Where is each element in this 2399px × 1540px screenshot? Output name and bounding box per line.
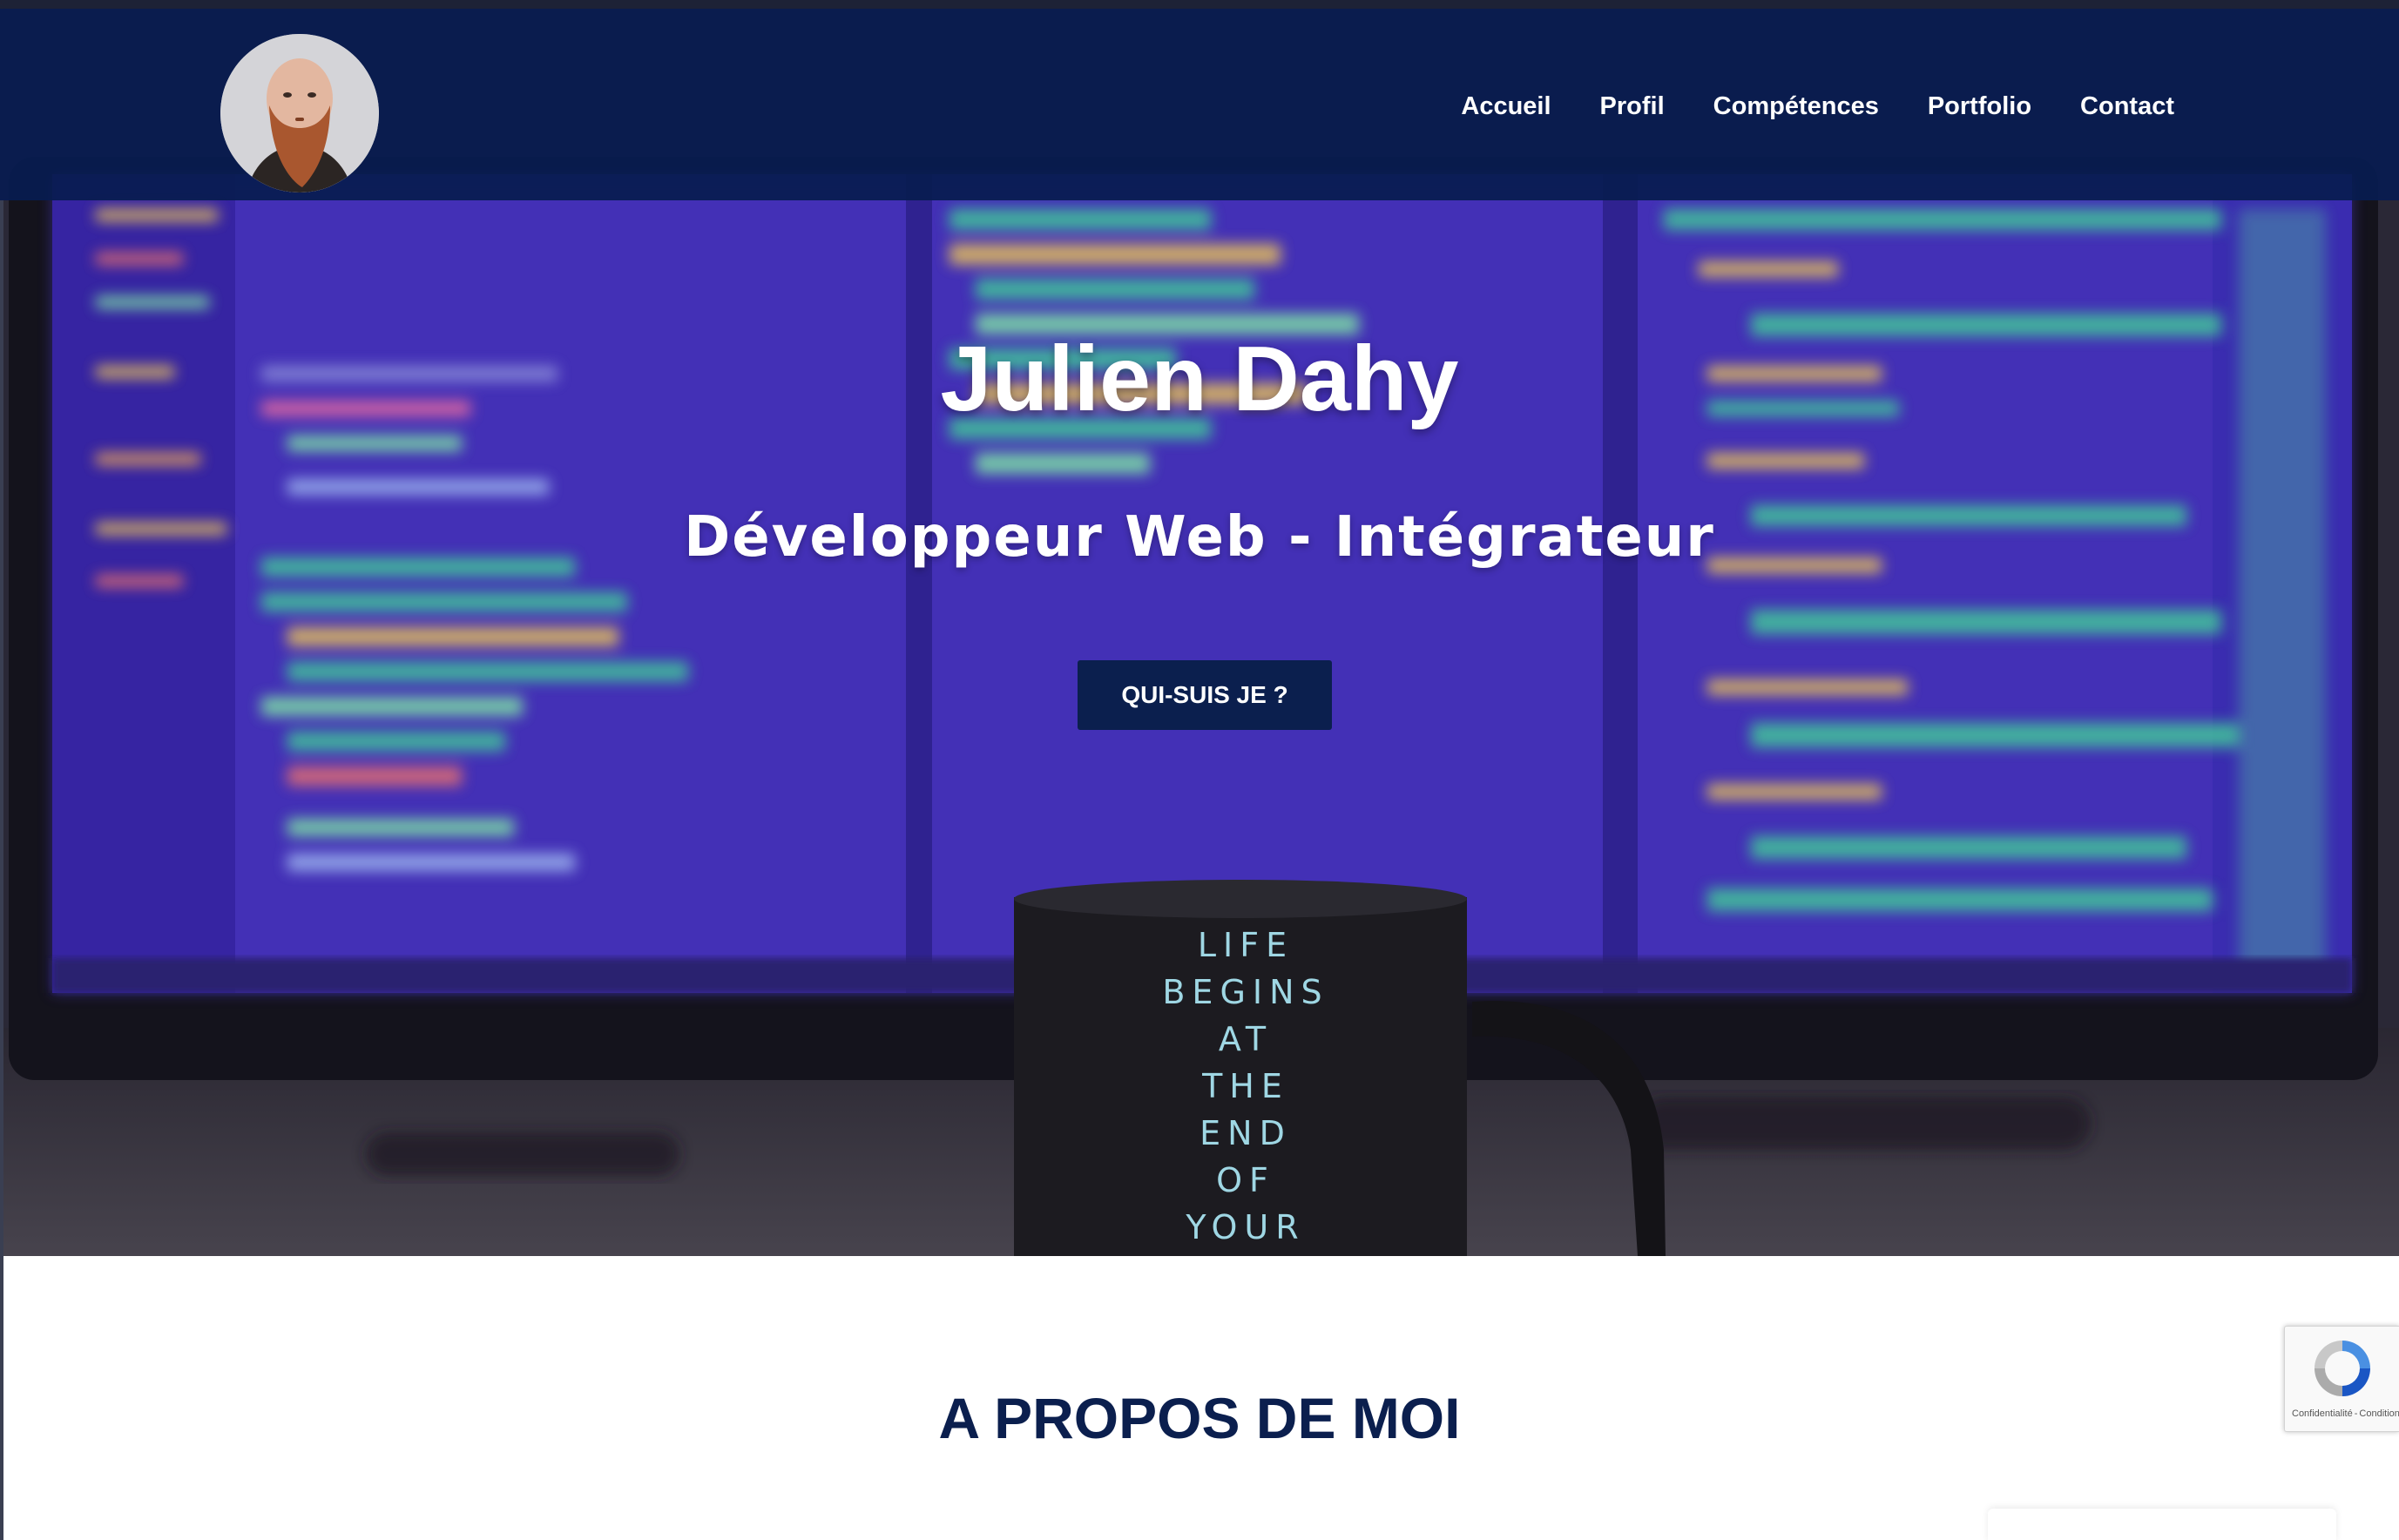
- mug-line: OF: [1216, 1161, 1275, 1199]
- nav-link-accueil[interactable]: Accueil: [1461, 92, 1551, 121]
- hero-subtitle: Développeur Web - Intégrateur: [684, 505, 1715, 570]
- mug-line: AT: [1218, 1020, 1274, 1058]
- main-navigation: Accueil Profil Compétences Portfolio Con…: [1461, 92, 2174, 121]
- nav-link-competences[interactable]: Compétences: [1713, 92, 1879, 121]
- recaptcha-links: Confidentialité-Conditions: [2292, 1408, 2399, 1419]
- portfolio-page: LIFE BEGINS AT THE END OF YOUR Accueil P…: [0, 0, 2399, 1540]
- mug-line: THE: [1202, 1067, 1289, 1105]
- mug-line: BEGINS: [1162, 973, 1329, 1011]
- mug-line: LIFE: [1197, 926, 1294, 964]
- hero-title: Julien Dahy: [940, 328, 1459, 430]
- mug-slogan: LIFE BEGINS AT THE END OF YOUR: [1124, 922, 1368, 1251]
- avatar-illustration: [220, 34, 379, 192]
- nav-link-profil[interactable]: Profil: [1600, 92, 1665, 121]
- site-navbar: Accueil Profil Compétences Portfolio Con…: [0, 9, 2399, 200]
- avatar[interactable]: [220, 34, 379, 192]
- recaptcha-terms-link[interactable]: Conditions: [2359, 1408, 2399, 1419]
- recaptcha-separator: -: [2354, 1408, 2358, 1419]
- recaptcha-privacy-link[interactable]: Confidentialité: [2292, 1408, 2353, 1419]
- mug-line: END: [1200, 1114, 1292, 1152]
- browser-top-edge: [0, 0, 2399, 9]
- floating-card: [1988, 1509, 2336, 1540]
- recaptcha-badge[interactable]: Confidentialité-Conditions: [2284, 1326, 2399, 1432]
- nav-link-contact[interactable]: Contact: [2080, 92, 2174, 121]
- mug-line: YOUR: [1186, 1208, 1306, 1246]
- who-am-i-button[interactable]: QUI-SUIS JE ?: [1078, 660, 1332, 730]
- about-section-title: A PROPOS DE MOI: [938, 1386, 1461, 1450]
- nav-link-portfolio[interactable]: Portfolio: [1928, 92, 2031, 121]
- recaptcha-icon: [2315, 1341, 2370, 1396]
